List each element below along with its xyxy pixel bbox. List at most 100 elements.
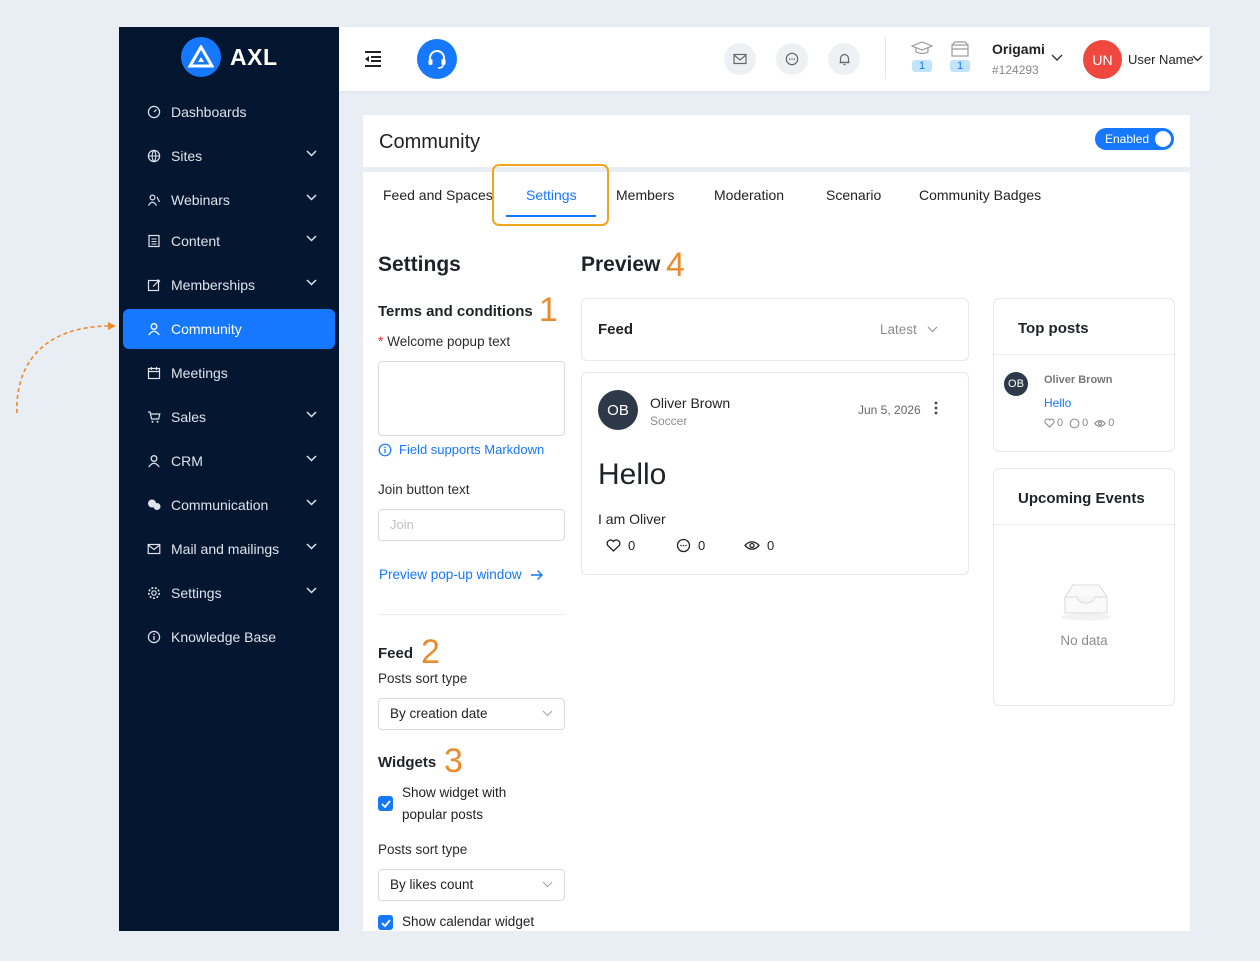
sidebar-item-crm[interactable]: CRM bbox=[123, 441, 335, 481]
sidebar-item-mail-and-mailings[interactable]: Mail and mailings bbox=[123, 529, 335, 569]
mail-button[interactable] bbox=[724, 43, 756, 75]
upcoming-events-title: Upcoming Events bbox=[1018, 490, 1145, 507]
tab-feed-and-spaces[interactable]: Feed and Spaces bbox=[383, 187, 493, 203]
markdown-hint: Field supports Markdown bbox=[378, 442, 544, 457]
headset-icon bbox=[428, 50, 446, 69]
mail-icon bbox=[733, 53, 747, 65]
sidebar-item-label: Sites bbox=[171, 148, 203, 164]
comment-icon bbox=[676, 538, 691, 553]
sidebar-item-label: Content bbox=[171, 233, 221, 249]
bell-icon bbox=[839, 53, 849, 66]
tab-community-badges[interactable]: Community Badges bbox=[919, 187, 1041, 203]
tab-scenario[interactable]: Scenario bbox=[826, 187, 881, 203]
logo-icon bbox=[181, 37, 221, 77]
enabled-toggle[interactable]: Enabled bbox=[1095, 128, 1174, 150]
feed-sort-value: By creation date bbox=[390, 706, 488, 721]
sidebar-item-communication[interactable]: Communication bbox=[123, 485, 335, 525]
user-name[interactable]: User Name bbox=[1128, 52, 1194, 67]
sidebar-item-settings[interactable]: Settings bbox=[123, 573, 335, 613]
page-title: Community bbox=[379, 131, 481, 153]
user-avatar[interactable]: UN bbox=[1083, 40, 1122, 79]
user-icon bbox=[147, 322, 161, 336]
widget-sort-select[interactable]: By likes count bbox=[378, 869, 565, 901]
chevron-down-icon bbox=[306, 543, 317, 550]
page-header-card: Community Enabled bbox=[363, 115, 1190, 167]
welcome-popup-textarea[interactable] bbox=[378, 361, 565, 436]
views-count: 0 bbox=[767, 538, 775, 553]
content-icon bbox=[147, 234, 161, 248]
sidebar-item-label: Memberships bbox=[171, 277, 256, 293]
popular-posts-checkbox[interactable] bbox=[378, 796, 393, 811]
notifications-button[interactable] bbox=[828, 43, 860, 75]
header-divider bbox=[885, 37, 886, 79]
courses-count-badge: 1 bbox=[912, 60, 932, 72]
sidebar-item-meetings[interactable]: Meetings bbox=[123, 353, 335, 393]
tab-members[interactable]: Members bbox=[616, 187, 674, 203]
calendar-widget-checkbox[interactable] bbox=[378, 915, 393, 930]
sidebar-item-memberships[interactable]: Memberships bbox=[123, 265, 335, 305]
chevron-down-icon bbox=[542, 881, 553, 888]
sidebar-item-community[interactable]: Community bbox=[123, 309, 335, 349]
feed-sort-label: Posts sort type bbox=[378, 671, 468, 686]
markdown-hint-text: Field supports Markdown bbox=[399, 442, 545, 457]
chevron-down-icon bbox=[542, 710, 553, 717]
sidebar-item-sites[interactable]: Sites bbox=[123, 136, 335, 176]
sidebar-item-dashboards[interactable]: Dashboards bbox=[123, 92, 335, 132]
join-button-text-input[interactable]: Join bbox=[378, 509, 565, 541]
sidebar-item-content[interactable]: Content bbox=[123, 221, 335, 261]
top-post-comments: 0 bbox=[1082, 417, 1089, 429]
sidebar-item-sales[interactable]: Sales bbox=[123, 397, 335, 437]
products-counter[interactable]: 1 bbox=[948, 41, 972, 72]
preview-heading: Preview bbox=[581, 253, 661, 276]
brand-name: AXL bbox=[230, 43, 278, 70]
sidebar-item-webinars[interactable]: Webinars bbox=[123, 180, 335, 220]
popular-posts-label: Show widget with popular posts bbox=[402, 785, 507, 822]
webinar-icon bbox=[147, 193, 161, 207]
collapse-menu-icon[interactable] bbox=[363, 50, 383, 73]
comments-count: 0 bbox=[698, 538, 706, 553]
org-chevron-down-icon[interactable] bbox=[1051, 54, 1063, 62]
annotation-number: 2 bbox=[421, 633, 440, 671]
heart-icon bbox=[1044, 418, 1055, 428]
gear-icon bbox=[147, 586, 161, 600]
info-icon bbox=[378, 443, 392, 456]
top-post-title[interactable]: Hello bbox=[1044, 396, 1071, 410]
feed-sort-dropdown[interactable]: Latest bbox=[880, 322, 917, 337]
user-chevron-down-icon[interactable] bbox=[1192, 55, 1203, 62]
post-card[interactable]: OB Oliver Brown Soccer Jun 5, 2026 Hello… bbox=[581, 372, 969, 575]
section-divider bbox=[378, 614, 565, 615]
top-posts-widget: Top posts OB Oliver Brown Hello 0 0 0 bbox=[993, 298, 1175, 452]
logo[interactable]: AXL bbox=[181, 37, 278, 77]
chevron-down-icon[interactable] bbox=[927, 326, 938, 333]
eye-icon bbox=[744, 541, 760, 550]
eye-icon bbox=[1094, 419, 1107, 427]
preview-popup-link[interactable]: Preview pop-up window bbox=[379, 567, 544, 582]
welcome-label: * Welcome popup text bbox=[378, 334, 511, 349]
support-button[interactable] bbox=[417, 39, 457, 79]
edit-icon bbox=[147, 278, 161, 292]
annotation-number: 1 bbox=[539, 291, 558, 329]
tab-moderation[interactable]: Moderation bbox=[714, 187, 784, 203]
post-author[interactable]: Oliver Brown bbox=[650, 395, 730, 411]
no-data-text: No data bbox=[1060, 633, 1108, 648]
comments-stat[interactable]: 0 bbox=[676, 538, 705, 553]
feed-header-box: Feed Latest bbox=[581, 298, 969, 361]
empty-inbox-icon bbox=[1061, 584, 1111, 621]
sidebar-item-label: CRM bbox=[171, 453, 203, 469]
top-post-likes: 0 bbox=[1057, 417, 1064, 429]
check-icon bbox=[380, 918, 391, 927]
feed-sort-select[interactable]: By creation date bbox=[378, 698, 565, 730]
likes-stat[interactable]: 0 bbox=[606, 538, 635, 553]
info-icon bbox=[147, 630, 161, 644]
messages-button[interactable] bbox=[776, 43, 808, 75]
globe-icon bbox=[147, 149, 161, 163]
likes-count: 0 bbox=[628, 538, 636, 553]
avatar: OB bbox=[598, 390, 638, 430]
chevron-down-icon bbox=[306, 587, 317, 594]
chevron-down-icon bbox=[306, 150, 317, 157]
org-name[interactable]: Origami bbox=[992, 41, 1045, 57]
more-vertical-icon[interactable] bbox=[934, 401, 938, 415]
courses-counter[interactable]: 1 bbox=[910, 41, 934, 72]
mail-icon bbox=[147, 542, 161, 556]
sidebar-item-knowledge-base[interactable]: Knowledge Base bbox=[123, 617, 335, 657]
